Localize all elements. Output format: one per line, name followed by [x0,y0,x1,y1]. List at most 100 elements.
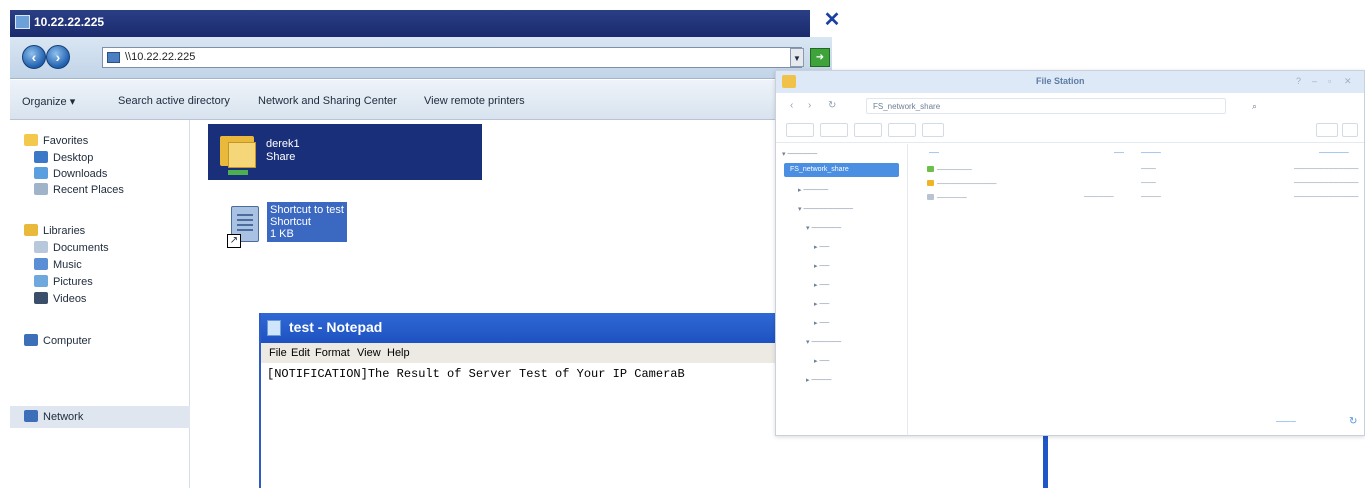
menu-file[interactable]: File [269,347,287,359]
file-row-size: ────── [1084,194,1114,201]
address-dropdown-button[interactable]: ▼ [790,48,804,67]
file-station-title-bar[interactable]: File Station ? – ▫ ✕ [776,71,1364,93]
file-list: ── ── ──── ────── ─────── ─── ──────────… [909,144,1364,435]
file-station-path-row: ‹ › ↻ FS_network_share ⌕ [776,93,1364,119]
file-station-window: File Station ? – ▫ ✕ ‹ › ↻ FS_network_sh… [775,70,1365,436]
organize-menu[interactable]: Organize ▾ [22,95,75,108]
file-row-name[interactable]: ─────── [927,166,972,174]
network-computer-icon [107,52,120,63]
tree-item[interactable]: ▸ ── [814,281,829,289]
explorer-title: 10.22.22.225 [34,15,105,29]
action-button-5[interactable] [922,123,944,137]
tree-item[interactable]: ▾ ────── [806,338,841,346]
videos-icon [34,292,48,304]
tree-item[interactable]: ▸ ──── [806,376,831,384]
notepad-menu-bar: File Edit Format View Help [261,343,819,363]
file-row-name[interactable]: ──────────── [927,180,997,188]
nav-desktop[interactable]: Desktop [34,151,93,164]
menu-edit[interactable]: Edit [291,347,310,359]
action-button-4[interactable] [888,123,916,137]
close-icon[interactable]: ✕ [1344,76,1352,87]
nav-computer[interactable]: Computer [24,334,91,347]
tree-item[interactable]: ▾ ────── [806,224,841,232]
nav-documents[interactable]: Documents [34,241,109,254]
tree-item[interactable]: ▾ ────────── [798,205,853,213]
forward-button[interactable]: › [46,45,70,69]
notepad-window: test - Notepad File Edit Format View Hel… [259,313,819,488]
downloads-icon [34,167,48,179]
menu-view[interactable]: View [357,347,381,359]
menu-help[interactable]: Help [387,347,410,359]
network-share-icon [228,170,248,175]
go-button[interactable]: ➜ [810,48,830,67]
column-header-name[interactable]: ── [929,150,939,157]
recent-places-icon [34,183,48,195]
address-text: \\10.22.22.225 [125,51,196,63]
share-folder-item[interactable]: derek1 Share [208,124,482,180]
tree-root[interactable]: ▾ ────── [782,150,817,158]
desktop-icon [34,151,48,163]
nav-videos[interactable]: Videos [34,292,86,305]
window-icon [15,15,30,29]
nav-network[interactable]: Network [24,410,83,423]
shortcut-item[interactable]: ↗ Shortcut to test Shortcut 1 KB [215,198,365,258]
back-icon[interactable]: ‹ [790,100,793,111]
column-header-size[interactable]: ── [1114,150,1124,157]
refresh-icon[interactable]: ↻ [828,100,836,111]
action-button-3[interactable] [854,123,882,137]
action-button-2[interactable] [820,123,848,137]
text-file-icon [927,194,934,200]
tree-item[interactable]: ▸ ── [814,262,829,270]
maximize-icon[interactable]: ▫ [1328,76,1331,86]
shortcut-name: Shortcut to test [270,204,344,216]
libraries-icon [24,224,38,236]
help-icon[interactable]: ? [1296,76,1301,86]
shortcut-type: Shortcut [270,216,311,228]
nav-libraries[interactable]: Libraries [24,224,85,237]
search-active-directory-button[interactable]: Search active directory [118,95,230,107]
nav-favorites[interactable]: Favorites [24,134,88,147]
search-icon[interactable]: ⌕ [1246,98,1356,114]
close-icon[interactable]: ✕ [822,7,842,33]
tree-item[interactable]: ▸ ── [814,243,829,251]
documents-icon [34,241,48,253]
action-button-1[interactable] [786,123,814,137]
shortcut-arrow-icon: ↗ [227,234,241,248]
explorer-title-bar[interactable]: 10.22.22.225 [10,10,810,37]
menu-format[interactable]: Format [315,347,350,359]
tree-item[interactable]: ▸ ── [814,319,829,327]
nav-recent-places[interactable]: Recent Places [34,183,124,196]
notepad-text-area[interactable]: [NOTIFICATION]The Result of Server Test … [267,367,685,381]
view-remote-printers-button[interactable]: View remote printers [424,95,525,107]
forward-icon[interactable]: › [808,100,811,111]
file-row-name[interactable]: ────── [927,194,967,202]
notepad-icon [267,320,281,336]
tree-item[interactable]: ▸ ── [814,300,829,308]
network-sharing-center-button[interactable]: Network and Sharing Center [258,95,397,107]
column-header-type[interactable]: ──── [1141,150,1161,157]
back-button[interactable]: ‹ [22,45,46,69]
folder-icon [927,180,934,186]
view-mode-button[interactable] [1316,123,1338,137]
tree-item[interactable]: ▸ ── [814,357,829,365]
sort-button[interactable] [1342,123,1358,137]
refresh-icon[interactable]: ↻ [1349,416,1357,427]
nav-music[interactable]: Music [34,258,82,271]
shortcut-size: 1 KB [270,228,294,240]
file-icon [927,166,934,172]
nav-pictures[interactable]: Pictures [34,275,93,288]
path-bar[interactable]: FS_network_share [866,98,1226,114]
folder-tree: ▾ ────── FS_network_share ▸ ───── ▾ ────… [776,144,908,435]
tree-item-selected[interactable]: FS_network_share [790,166,849,173]
file-row-type: ──── [1141,194,1161,201]
file-row-type: ─── [1141,166,1156,173]
share-type: Share [266,151,296,163]
pictures-icon [34,275,48,287]
column-header-modified[interactable]: ────── [1319,150,1349,157]
star-icon [24,134,38,146]
nav-downloads[interactable]: Downloads [34,167,107,180]
tree-item[interactable]: ▸ ───── [798,186,828,194]
notepad-title-bar[interactable]: test - Notepad [261,313,819,343]
address-bar[interactable]: \\10.22.22.225 [102,47,802,68]
minimize-icon[interactable]: – [1312,76,1317,86]
